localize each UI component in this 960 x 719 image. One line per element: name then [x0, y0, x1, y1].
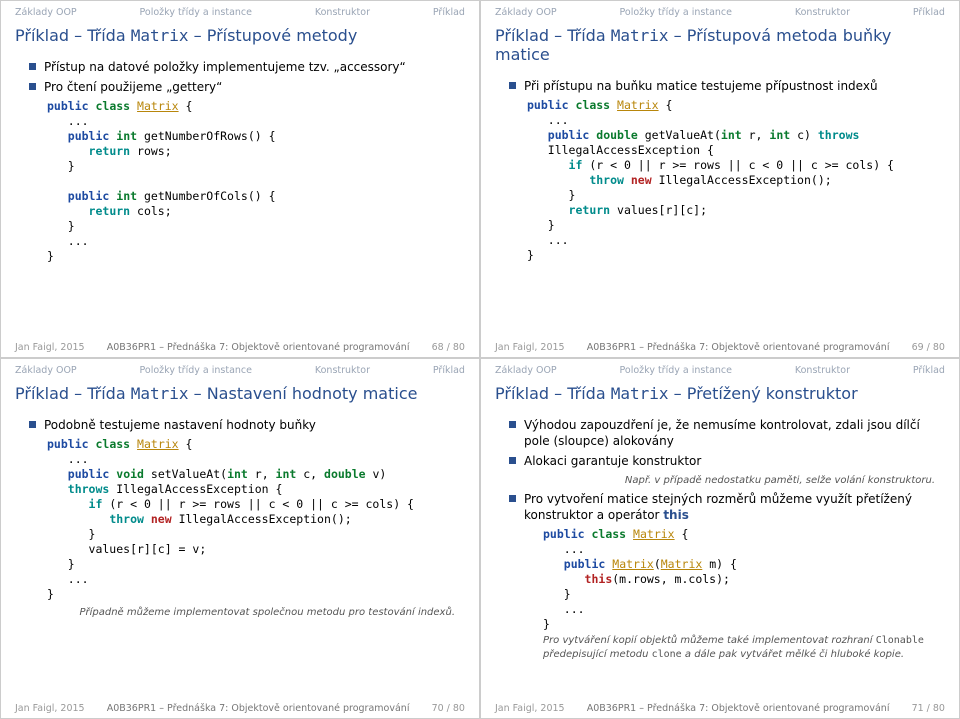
bullet: Pro čtení použijeme „gettery“	[29, 79, 465, 95]
footer: Jan Faigl, 2015 A0B36PR1 – Přednáška 7: …	[15, 338, 465, 353]
slide-title: Příklad – Třída Matrix – Nastavení hodno…	[15, 384, 465, 403]
footer: Jan Faigl, 2015 A0B36PR1 – Přednáška 7: …	[495, 338, 945, 353]
bullet: Při přístupu na buňku matice testujeme p…	[509, 78, 945, 94]
nav-bar: Základy OOP Položky třídy a instance Kon…	[495, 7, 945, 18]
slide-71: Základy OOP Položky třídy a instance Kon…	[480, 358, 960, 719]
footer: Jan Faigl, 2015 A0B36PR1 – Přednáška 7: …	[15, 699, 465, 714]
slide-title: Příklad – Třída Matrix – Přístupová meto…	[495, 26, 945, 64]
nav-c: Konstruktor	[315, 7, 370, 18]
nav-bar: Základy OOP Položky třídy a instance Kon…	[495, 365, 945, 376]
bullet: Přístup na datové položky implementujeme…	[29, 59, 465, 75]
bullet: Výhodou zapouzdření je, že nemusíme kont…	[509, 417, 945, 449]
slide-68: Základy OOP Položky třídy a instance Kon…	[0, 0, 480, 358]
code-block: public class Matrix { ... public Matrix(…	[543, 527, 945, 632]
nav-bar: Základy OOP Položky třídy a instance Kon…	[15, 365, 465, 376]
slide-body: Přístup na datové položky implementujeme…	[15, 55, 465, 338]
code-block: public class Matrix { ... public double …	[527, 98, 945, 262]
bullet-icon	[509, 495, 516, 502]
footer-author: Jan Faigl, 2015	[15, 342, 85, 353]
code-block: public class Matrix { ... public void se…	[47, 437, 465, 601]
slide-title: Příklad – Třída Matrix – Přetížený konst…	[495, 384, 945, 403]
slide-title: Příklad – Třída Matrix – Přístupové meto…	[15, 26, 465, 45]
slide-70: Základy OOP Položky třídy a instance Kon…	[0, 358, 480, 719]
note: Případně můžeme implementovat společnou …	[45, 606, 455, 620]
footer: Jan Faigl, 2015 A0B36PR1 – Přednáška 7: …	[495, 699, 945, 714]
footer-course: A0B36PR1 – Přednáška 7: Objektově orient…	[107, 342, 410, 353]
slide-69: Základy OOP Položky třídy a instance Kon…	[480, 0, 960, 358]
bullet: Pro vytvoření matice stejných rozměrů mů…	[509, 491, 945, 523]
nav-a: Základy OOP	[15, 7, 77, 18]
slide-body: Při přístupu na buňku matice testujeme p…	[495, 74, 945, 338]
bullet-icon	[509, 82, 516, 89]
nav-bar: Základy OOP Položky třídy a instance Kon…	[15, 7, 465, 18]
note: Např. v případě nedostatku paměti, selže…	[525, 474, 935, 488]
bullet: Podobně testujeme nastavení hodnoty buňk…	[29, 417, 465, 433]
bullet-icon	[509, 421, 516, 428]
slide-body: Výhodou zapouzdření je, že nemusíme kont…	[495, 413, 945, 699]
slide-body: Podobně testujeme nastavení hodnoty buňk…	[15, 413, 465, 699]
bullet-icon	[509, 457, 516, 464]
code-block: public class Matrix { ... public int get…	[47, 99, 465, 263]
footer-page: 68 / 80	[432, 342, 465, 353]
nav-b: Položky třídy a instance	[140, 7, 252, 18]
nav-d: Příklad	[433, 7, 465, 18]
bullet-icon	[29, 83, 36, 90]
bullet-icon	[29, 421, 36, 428]
bullet-icon	[29, 63, 36, 70]
bullet: Alokaci garantuje konstruktor	[509, 453, 945, 469]
note: Pro vytváření kopií objektů můžeme také …	[543, 634, 935, 661]
